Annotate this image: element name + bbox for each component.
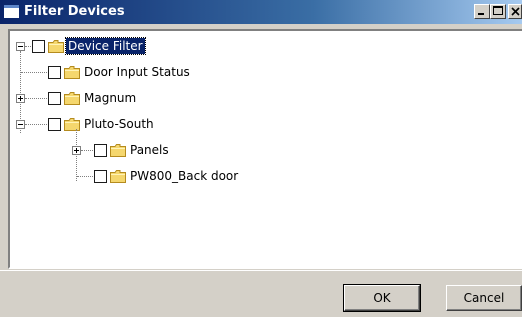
checkbox-pluto-south[interactable] [48, 118, 61, 131]
tree-label-magnum[interactable]: Magnum [82, 90, 138, 106]
tree-label-panels[interactable]: Panels [128, 142, 171, 158]
tree-label-door-input-status[interactable]: Door Input Status [82, 64, 192, 80]
tree-label-pw800-back-door[interactable]: PW800_Back door [128, 168, 240, 184]
minus-expander-icon[interactable] [16, 42, 25, 51]
tree-label-device-filter[interactable]: Device Filter [65, 37, 146, 55]
plus-expander-icon[interactable] [16, 94, 25, 103]
close-button[interactable] [508, 4, 522, 19]
folder-icon [110, 144, 126, 157]
folder-icon [64, 92, 80, 105]
filter-devices-dialog: Filter Devices Device Filter Door Input … [0, 0, 522, 317]
window-title: Filter Devices [24, 4, 125, 19]
maximize-button[interactable] [490, 4, 506, 19]
checkbox-door-input-status[interactable] [48, 66, 61, 79]
folder-icon [64, 118, 80, 131]
window-icon [4, 5, 19, 18]
maximize-icon [493, 6, 503, 15]
minimize-icon [478, 13, 484, 15]
footer-separator [0, 270, 522, 271]
tree-label-pluto-south[interactable]: Pluto-South [82, 116, 156, 132]
close-icon [511, 7, 520, 16]
checkbox-device-filter[interactable] [32, 40, 45, 53]
folder-icon [64, 66, 80, 79]
cancel-button[interactable]: Cancel [446, 285, 522, 311]
minus-expander-icon[interactable] [16, 120, 25, 129]
device-tree[interactable]: Device Filter Door Input Status Magnum P… [8, 29, 522, 269]
checkbox-panels[interactable] [94, 144, 107, 157]
title-bar[interactable]: Filter Devices [0, 0, 522, 24]
checkbox-magnum[interactable] [48, 92, 61, 105]
checkbox-pw800-back-door[interactable] [94, 170, 107, 183]
plus-expander-icon[interactable] [72, 146, 81, 155]
minimize-button[interactable] [474, 4, 490, 19]
ok-button[interactable]: OK [343, 284, 421, 312]
folder-icon [48, 40, 64, 53]
folder-icon [110, 170, 126, 183]
